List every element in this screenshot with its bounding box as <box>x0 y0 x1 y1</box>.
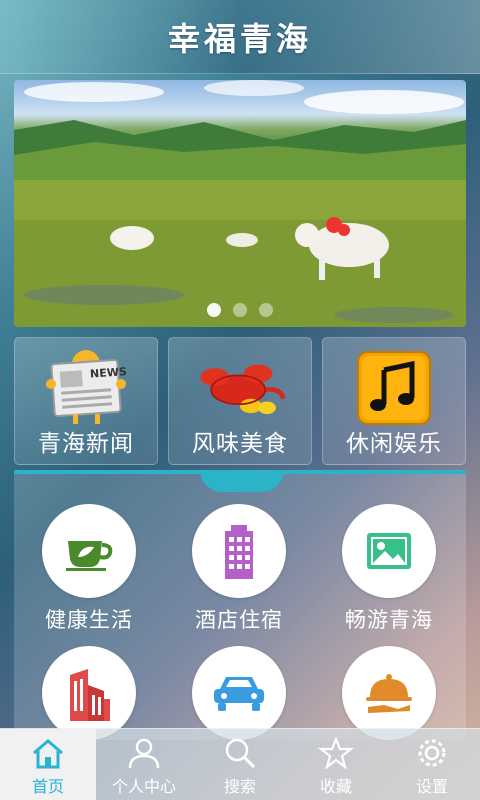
service-city[interactable] <box>14 646 164 740</box>
home-icon <box>33 739 63 769</box>
category-food[interactable]: 风味美食 <box>168 337 312 465</box>
tab-home[interactable]: 首页 <box>0 729 96 800</box>
hotel-building-icon <box>192 504 286 598</box>
panel-notch <box>200 474 284 492</box>
tab-settings[interactable]: 设置 <box>384 729 480 800</box>
category-row: NEWS 青海新闻 风味美食 休闲娱乐 <box>14 337 466 465</box>
tab-label: 收藏 <box>319 777 352 796</box>
carousel-dot[interactable] <box>259 303 273 317</box>
tab-favorites[interactable]: 收藏 <box>288 729 384 800</box>
category-news[interactable]: NEWS 青海新闻 <box>14 337 158 465</box>
music-note-icon <box>349 348 439 428</box>
newspaper-icon: NEWS <box>41 348 131 428</box>
svg-text:NEWS: NEWS <box>90 365 128 381</box>
tab-search[interactable]: 搜索 <box>192 729 288 800</box>
category-label: 休闲娱乐 <box>346 431 442 457</box>
tab-label: 个人中心 <box>111 777 176 796</box>
lobster-icon <box>195 348 285 428</box>
category-label: 风味美食 <box>192 431 288 457</box>
bottom-tab-bar: 首页 个人中心 搜索 收藏 设置 <box>0 728 480 800</box>
tab-label: 设置 <box>415 777 448 796</box>
banner-carousel[interactable] <box>14 80 466 327</box>
service-health[interactable]: 健康生活 <box>14 504 164 632</box>
tab-label: 首页 <box>31 777 64 796</box>
service-label: 健康生活 <box>45 608 133 632</box>
food-cloche-icon <box>342 646 436 740</box>
tab-label: 搜索 <box>223 777 256 796</box>
tea-cup-icon <box>42 504 136 598</box>
user-icon <box>128 738 160 769</box>
service-dining[interactable] <box>314 646 464 740</box>
tab-profile[interactable]: 个人中心 <box>96 729 192 800</box>
category-label: 青海新闻 <box>38 431 134 457</box>
app-title: 幸福青海 <box>167 19 312 58</box>
service-label: 畅游青海 <box>345 608 433 632</box>
services-grid: 健康生活 酒店住宿 畅游青海 <box>14 504 466 740</box>
city-buildings-icon <box>42 646 136 740</box>
carousel-dot[interactable] <box>233 303 247 317</box>
car-icon <box>192 646 286 740</box>
carousel-dot[interactable] <box>207 303 221 317</box>
category-entertainment[interactable]: 休闲娱乐 <box>322 337 466 465</box>
carousel-indicator <box>14 303 466 317</box>
star-icon <box>318 737 354 769</box>
gear-icon <box>418 739 446 767</box>
service-car[interactable] <box>164 646 314 740</box>
image-landscape-icon <box>342 504 436 598</box>
service-travel[interactable]: 畅游青海 <box>314 504 464 632</box>
search-icon <box>225 738 256 769</box>
app-header: 幸福青海 <box>0 0 480 74</box>
service-hotel[interactable]: 酒店住宿 <box>164 504 314 632</box>
services-panel: 健康生活 酒店住宿 畅游青海 <box>14 470 466 740</box>
service-label: 酒店住宿 <box>195 608 283 632</box>
banner-image <box>14 80 466 327</box>
